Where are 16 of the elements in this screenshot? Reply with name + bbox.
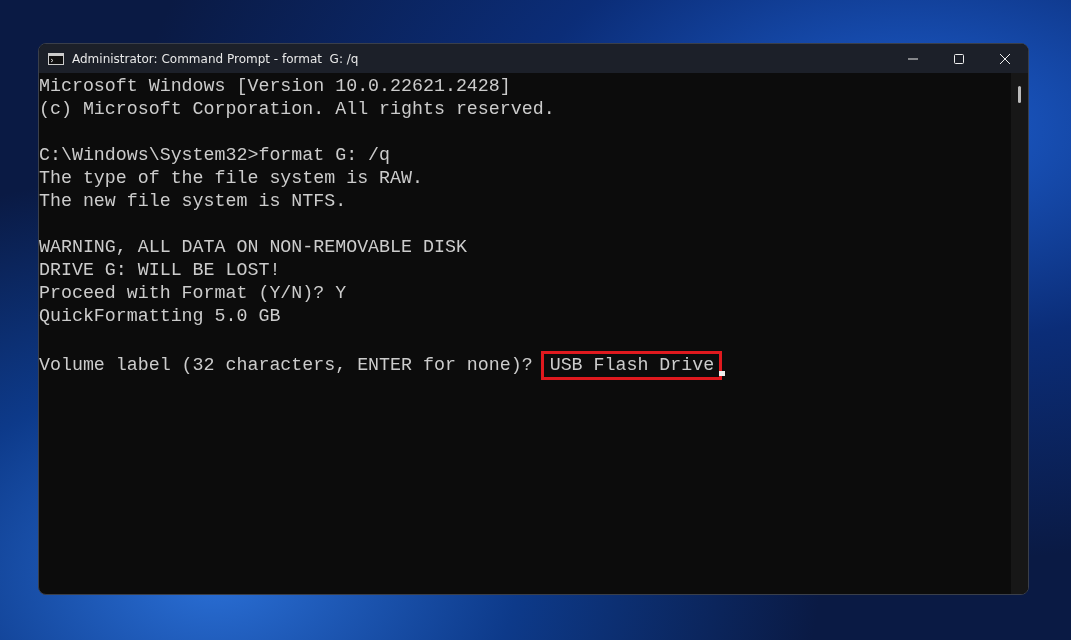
console-line: (c) Microsoft Corporation. All rights reserved. xyxy=(39,98,556,121)
maximize-icon xyxy=(953,52,965,65)
console-line: The new file system is NTFS. xyxy=(39,190,348,213)
text-cursor xyxy=(719,371,726,376)
console-prompt: Volume label (32 characters, ENTER for none)? xyxy=(39,354,534,377)
console-line: QuickFormatting 5.0 GB xyxy=(39,305,282,328)
console-line: Proceed with Format (Y/N)? Y xyxy=(39,282,348,305)
console-icon xyxy=(48,52,64,65)
close-icon xyxy=(999,52,1011,65)
window-title: Administrator: Command Prompt - format G: /q xyxy=(72,51,359,66)
console-line: Microsoft Windows [Version 10.0.22621.2428] xyxy=(39,75,512,98)
console-line: DRIVE G: WILL BE LOST! xyxy=(39,259,282,282)
console-line: WARNING, ALL DATA ON NON-REMOVABLE DISK xyxy=(39,236,468,259)
console-line: The type of the file system is RAW. xyxy=(39,167,424,190)
scrollbar[interactable] xyxy=(1011,73,1028,594)
console-line: C:\Windows\System32>format G: /q xyxy=(39,144,392,167)
